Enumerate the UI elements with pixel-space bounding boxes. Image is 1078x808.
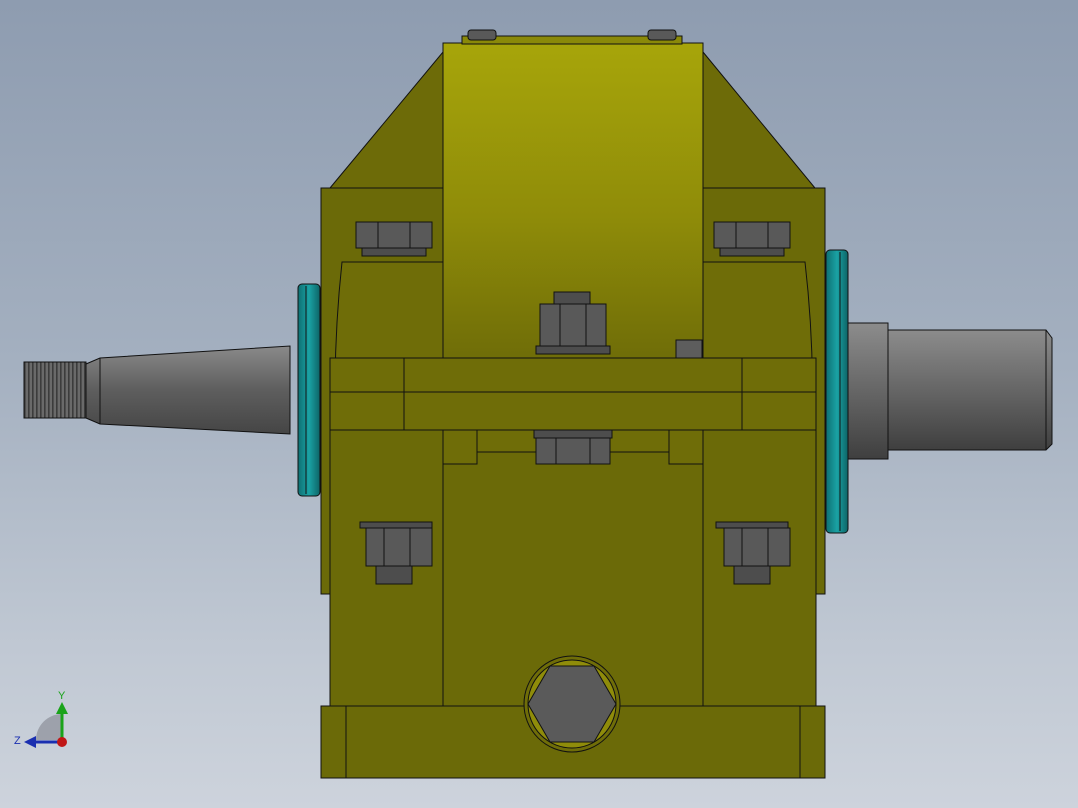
x-axis-dot-icon: [57, 737, 67, 747]
z-axis-arrow-icon: [24, 736, 36, 748]
bolt-top-cover-right[interactable]: [647, 29, 677, 41]
axis-triad[interactable]: Y Z: [14, 690, 68, 748]
cad-3d-viewport[interactable]: Y Z: [0, 0, 1078, 808]
bolt-top-right[interactable]: [713, 221, 791, 257]
y-axis-arrow-icon: [56, 702, 68, 714]
right-shaft-body: [887, 329, 1053, 451]
split-flange: [329, 357, 817, 431]
left-seal[interactable]: [297, 283, 321, 497]
drain-plug[interactable]: [523, 655, 621, 753]
triad-z-label: Z: [14, 735, 21, 747]
triad-y-label: Y: [58, 690, 66, 702]
bolt-top-cover-left[interactable]: [467, 29, 497, 41]
right-shaft[interactable]: [847, 322, 1053, 460]
left-shaft-thread: [23, 361, 87, 419]
bolt-top-left[interactable]: [355, 221, 433, 257]
key-block: [675, 339, 703, 359]
left-shaft-taper: [85, 345, 291, 435]
housing-right-slope: [702, 50, 817, 189]
left-shaft[interactable]: [23, 345, 291, 435]
right-seal[interactable]: [825, 249, 849, 534]
right-shaft-collar: [847, 322, 889, 460]
bolt-center-lower[interactable]: [533, 429, 613, 465]
housing-left-slope: [328, 50, 444, 189]
